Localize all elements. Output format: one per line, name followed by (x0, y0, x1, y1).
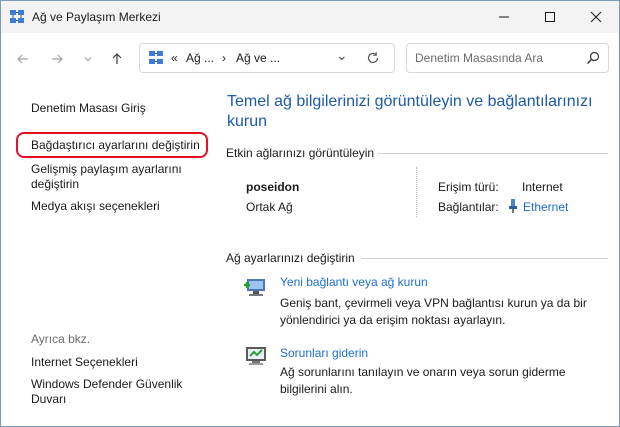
window-title: Ağ ve Paylaşım Merkezi (32, 10, 161, 24)
connections-label: Bağlantılar: (438, 200, 499, 214)
new-connection-link[interactable]: Yeni bağlantı veya ağ kurun (280, 275, 428, 289)
search-box[interactable]: Denetim Masasında Ara (406, 43, 609, 73)
sidebar-item-internet-options[interactable]: Internet Seçenekleri (31, 355, 138, 370)
troubleshoot-icon (246, 347, 266, 365)
search-icon[interactable] (586, 51, 600, 65)
sidebar-item-label: Gelişmiş paylaşım ayarlarını (31, 162, 182, 176)
minimize-button[interactable] (481, 1, 527, 33)
breadcrumb-overflow[interactable]: « (171, 51, 178, 65)
troubleshoot-description: Ağ sorunlarını tanılayın ve onarın veya … (280, 365, 566, 396)
close-button[interactable] (573, 1, 619, 33)
search-placeholder: Denetim Masasında Ara (415, 51, 544, 65)
section-divider (378, 153, 608, 154)
breadcrumb-network-center[interactable]: Ağ ve ... (236, 51, 280, 65)
navigation-toolbar: « Ağ ... › Ağ ve ... ⌄ Denetim Masasında… (1, 33, 619, 85)
change-settings-heading: Ağ ayarlarınızı değiştirin (226, 251, 355, 265)
sidebar-item-advanced-sharing[interactable]: Gelişmiş paylaşım ayarlarını değiştirin (31, 162, 182, 192)
breadcrumb-separator[interactable]: › (222, 51, 226, 65)
active-networks-heading: Etkin ağlarınızı görüntüleyin (226, 146, 375, 160)
breadcrumb-network[interactable]: Ağ ... (186, 51, 214, 65)
see-also-label: Ayrıca bkz. (31, 332, 91, 346)
address-dropdown[interactable]: ⌄ (336, 47, 348, 64)
access-type-label: Erişim türü: (438, 180, 499, 194)
recent-locations-button[interactable] (76, 47, 100, 71)
ethernet-link[interactable]: Ethernet (523, 200, 568, 214)
maximize-button[interactable] (527, 1, 573, 33)
network-center-icon (10, 10, 24, 23)
section-divider (361, 258, 608, 259)
new-connection-icon (244, 279, 265, 296)
ethernet-icon (509, 199, 517, 213)
sidebar-item-label: Windows Defender Güvenlik (31, 377, 183, 391)
network-type[interactable]: Ortak Ağ (246, 200, 293, 214)
forward-button[interactable] (45, 47, 69, 71)
minimize-icon (499, 16, 509, 18)
page-title: Temel ağ bilgilerinizi görüntüleyin ve b… (227, 93, 593, 130)
main-content: Temel ağ bilgilerinizi görüntüleyin ve b… (215, 85, 619, 425)
network-name: poseidon (246, 180, 300, 194)
troubleshoot-link[interactable]: Sorunları giderin (280, 346, 368, 360)
sidebar-item-adapter-settings[interactable]: Bağdaştırıcı ayarlarını değiştirin (31, 138, 200, 153)
arrow-up-icon (112, 53, 122, 64)
network-center-icon (149, 51, 163, 64)
title-bar[interactable]: Ağ ve Paylaşım Merkezi (1, 1, 619, 33)
close-icon (590, 11, 602, 23)
maximize-icon (545, 12, 555, 22)
access-type-value: Internet (522, 180, 563, 194)
sidebar-item-defender-firewall[interactable]: Windows Defender Güvenlik Duvarı (31, 377, 182, 407)
arrow-right-icon (52, 54, 63, 64)
sidebar: Denetim Masası Giriş Bağdaştırıcı ayarla… (1, 85, 215, 425)
up-button[interactable] (105, 47, 129, 71)
column-divider (416, 167, 418, 217)
address-bar[interactable]: « Ağ ... › Ağ ve ... ⌄ (139, 43, 395, 73)
window: Ağ ve Paylaşım Merkezi « Ağ ... › Ağ ve … (0, 0, 620, 427)
chevron-down-icon (84, 57, 92, 62)
sidebar-item-label: değiştirin (31, 177, 80, 191)
new-connection-description: Geniş bant, çevirmeli veya VPN bağlantıs… (280, 296, 587, 327)
sidebar-item-label: Duvarı (31, 392, 67, 406)
sidebar-item-media-streaming[interactable]: Medya akışı seçenekleri (31, 199, 160, 214)
sidebar-item-home[interactable]: Denetim Masası Giriş (31, 101, 146, 116)
refresh-icon[interactable] (366, 51, 380, 65)
back-button[interactable] (11, 47, 35, 71)
arrow-left-icon (17, 54, 28, 64)
